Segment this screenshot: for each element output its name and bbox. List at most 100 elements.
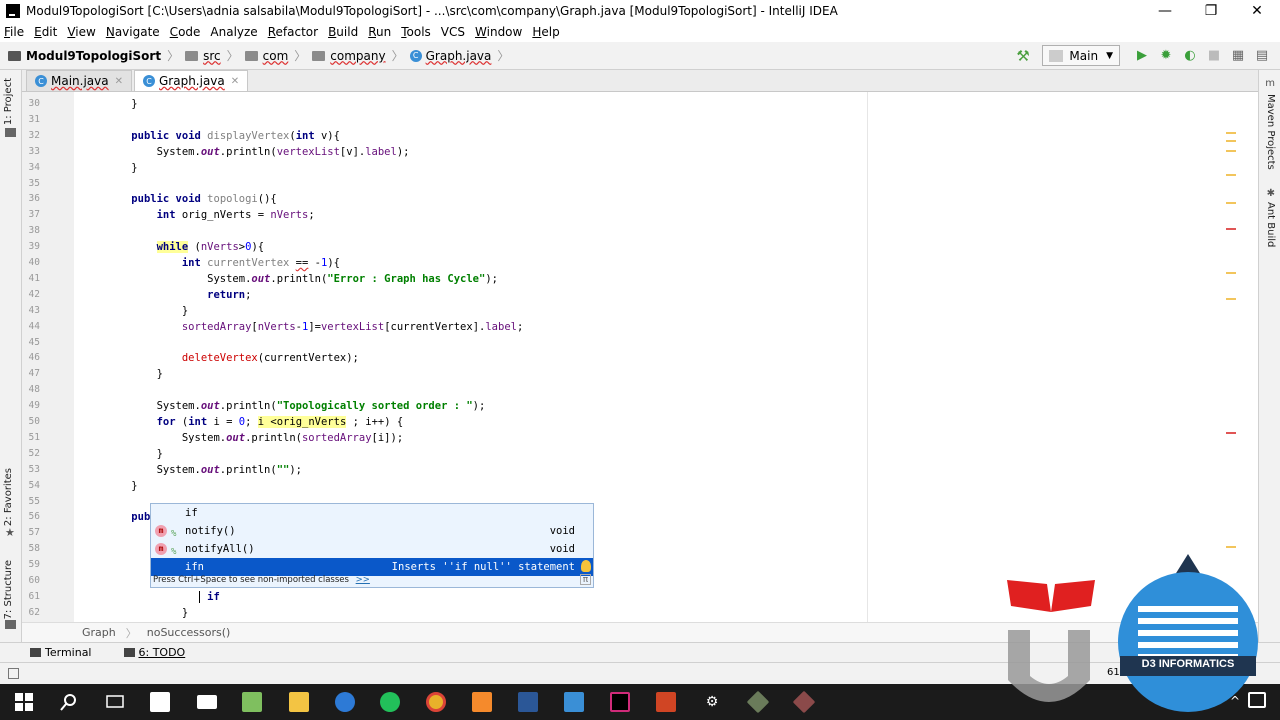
powerpoint-icon[interactable] (654, 690, 678, 714)
code-text[interactable]: System.out.println(vertexList[v].label); (106, 144, 410, 160)
code-line[interactable]: 47 } (22, 366, 1258, 382)
breadcrumb-method[interactable]: noSuccessors() (147, 626, 231, 639)
project-tool-tab[interactable]: 1: Project (3, 78, 14, 125)
toggle-tool-windows-icon[interactable] (8, 668, 19, 679)
mail-icon[interactable] (195, 690, 219, 714)
app-icon[interactable] (746, 690, 770, 714)
menu-item-edit[interactable]: Edit (34, 25, 57, 39)
code-text[interactable]: } (106, 366, 163, 382)
build-hammer-icon[interactable]: ⚒ (1016, 48, 1032, 64)
code-text[interactable]: } (106, 605, 188, 621)
run-configuration-dropdown[interactable]: Main ▼ (1042, 45, 1120, 66)
maximize-button[interactable]: ❐ (1188, 0, 1234, 22)
code-line[interactable]: 48 (22, 382, 1258, 398)
code-text[interactable]: } (106, 96, 137, 112)
warning-marker[interactable] (1226, 546, 1236, 548)
warning-marker[interactable] (1226, 140, 1236, 142)
store-icon[interactable] (148, 690, 172, 714)
line-icon[interactable] (378, 690, 402, 714)
code-text[interactable]: public void displayVertex(int v){ (106, 128, 340, 144)
search-icon[interactable] (57, 690, 81, 714)
code-text[interactable]: } (106, 478, 137, 494)
code-text[interactable]: int currentVertex == -1){ (106, 255, 340, 271)
menu-item-code[interactable]: Code (170, 25, 201, 39)
explorer-icon[interactable] (287, 690, 311, 714)
code-text[interactable]: public void topologi(){ (106, 191, 276, 207)
task-view-icon[interactable] (103, 690, 127, 714)
nav-com[interactable]: com 〉 (244, 47, 306, 64)
run-icon[interactable]: ▶ (1134, 48, 1150, 64)
nav-company[interactable]: company 〉 (312, 47, 404, 64)
favorites-tool-tab[interactable]: 2: Favorites (3, 468, 14, 526)
code-text[interactable]: return; (106, 287, 251, 303)
code-line[interactable]: 34 } (22, 160, 1258, 176)
code-text[interactable]: System.out.println("Error : Graph has Cy… (106, 271, 498, 287)
code-line[interactable]: 53 System.out.println(""); (22, 462, 1258, 478)
code-text[interactable]: } (106, 446, 163, 462)
code-line[interactable]: 33 System.out.println(vertexList[v].labe… (22, 144, 1258, 160)
code-line[interactable]: 40 int currentVertex == -1){ (22, 255, 1258, 271)
app2-icon[interactable] (792, 690, 816, 714)
warning-marker[interactable] (1226, 132, 1236, 134)
menu-item-vcs[interactable]: VCS (441, 25, 465, 39)
code-text[interactable]: System.out.println(sortedArray[i]); (106, 430, 403, 446)
error-marker[interactable] (1226, 228, 1236, 230)
error-marker[interactable] (1226, 432, 1236, 434)
windows-start-icon[interactable] (12, 690, 36, 714)
code-line[interactable]: 45 (22, 335, 1258, 351)
paint-icon[interactable] (562, 690, 586, 714)
code-line[interactable]: 38 (22, 223, 1258, 239)
code-line[interactable]: 54 } (22, 478, 1258, 494)
chrome-icon[interactable] (424, 690, 448, 714)
menu-item-refactor[interactable]: Refactor (268, 25, 318, 39)
code-text[interactable]: System.out.println("Topologically sorted… (106, 398, 486, 414)
warning-marker[interactable] (1226, 272, 1236, 274)
code-line[interactable]: 52 } (22, 446, 1258, 462)
code-text[interactable]: deleteVertex(currentVertex); (106, 350, 359, 366)
pi-icon[interactable]: π (580, 574, 591, 585)
menu-item-tools[interactable]: Tools (401, 25, 431, 39)
code-line[interactable]: 49 System.out.println("Topologically sor… (22, 398, 1258, 414)
menu-item-navigate[interactable]: Navigate (106, 25, 160, 39)
menu-item-build[interactable]: Build (328, 25, 358, 39)
code-line[interactable]: 42 return; (22, 287, 1258, 303)
breadcrumb-class[interactable]: Graph (82, 626, 116, 639)
tab-main-java[interactable]: C Main.java ✕ (26, 70, 132, 91)
code-text[interactable]: int orig_nVerts = nVerts; (106, 207, 315, 223)
code-text[interactable]: while (nVerts>0){ (106, 239, 264, 255)
close-icon[interactable]: ✕ (231, 76, 239, 87)
code-line[interactable]: 35 (22, 176, 1258, 192)
menu-item-view[interactable]: View (67, 25, 95, 39)
code-text[interactable]: } (106, 303, 188, 319)
warning-marker[interactable] (1226, 298, 1236, 300)
menu-item-window[interactable]: Window (475, 25, 522, 39)
code-line[interactable]: 41 System.out.println("Error : Graph has… (22, 271, 1258, 287)
completion-item-notify[interactable]: m % notify() void (151, 522, 593, 540)
code-line[interactable]: 50 for (int i = 0; i <orig_nVerts ; i++)… (22, 414, 1258, 430)
close-icon[interactable]: ✕ (115, 76, 123, 87)
nav-project[interactable]: Modul9TopologiSort 〉 (8, 47, 179, 64)
code-line[interactable]: 44 sortedArray[nVerts-1]=vertexList[curr… (22, 319, 1258, 335)
nav-file[interactable]: C Graph.java 〉 (409, 47, 509, 64)
warning-marker[interactable] (1226, 150, 1236, 152)
code-line[interactable]: 30 } (22, 96, 1258, 112)
stop-icon[interactable]: ■ (1206, 48, 1222, 64)
nav-src[interactable]: src 〉 (185, 47, 239, 64)
completion-item-notifyall[interactable]: m % notifyAll() void (151, 540, 593, 558)
code-text[interactable]: sortedArray[nVerts-1]=vertexList[current… (106, 319, 523, 335)
code-text[interactable]: if (106, 589, 220, 605)
structure-tool-tab[interactable]: 7: Structure (3, 560, 14, 619)
warning-marker[interactable] (1226, 202, 1236, 204)
code-text[interactable]: System.out.println(""); (106, 462, 302, 478)
code-line[interactable]: 37 int orig_nVerts = nVerts; (22, 207, 1258, 223)
code-line[interactable]: 39 while (nVerts>0){ (22, 239, 1258, 255)
intellij-icon[interactable] (608, 690, 632, 714)
sdk-icon[interactable]: ▤ (1254, 48, 1270, 64)
word-icon[interactable] (516, 690, 540, 714)
menu-item-file[interactable]: File (4, 25, 24, 39)
code-text[interactable]: } (106, 160, 137, 176)
coverage-icon[interactable]: ◐ (1182, 48, 1198, 64)
sublime-icon[interactable] (470, 690, 494, 714)
project-structure-icon[interactable]: ▦ (1230, 48, 1246, 64)
close-button[interactable]: ✕ (1234, 0, 1280, 22)
